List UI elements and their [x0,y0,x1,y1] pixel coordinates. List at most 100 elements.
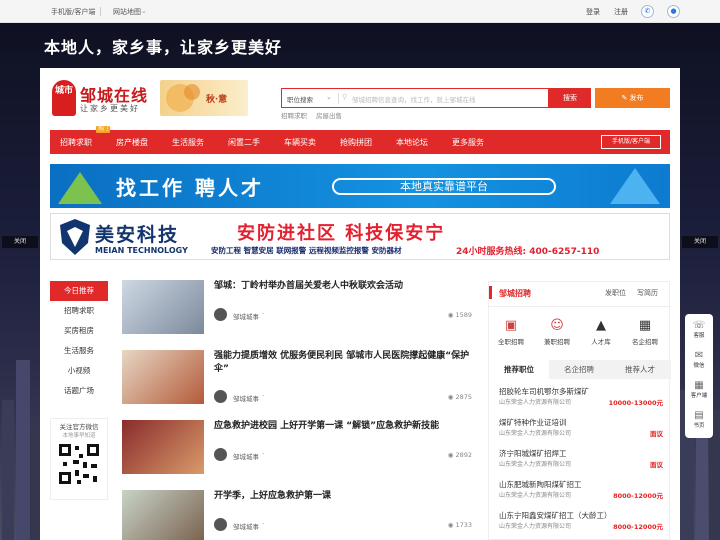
sidebar-item-today[interactable]: 今日推荐 [50,281,108,301]
write-resume-link[interactable]: 写简历 [637,288,658,298]
nav-item-group-buy[interactable]: 抢购拼团 [340,137,372,148]
job-salary: 面议 [650,430,663,438]
icon-label: 人才库 [591,338,611,346]
edit-icon: ✎ [621,94,630,102]
nav-item-more[interactable]: 更多服务 [452,137,484,148]
hot-badge: 热门 [96,126,110,133]
close-right-ad-button[interactable]: 关闭 [682,236,718,248]
wechat-icon[interactable]: ✆ [641,5,654,18]
separator-dot: · [262,450,265,458]
wechat-button[interactable]: ✉ 微信 [685,350,713,369]
sitemap-link[interactable]: 网站地图 [113,7,141,17]
news-title[interactable]: 应急救护进校园 上好开学第一课 “解锁”应急救护新技能 [214,420,472,433]
qr-subtitle: 本地事早知道 [62,433,96,439]
sidebar-item-housing[interactable]: 买房租房 [50,321,108,341]
sidebar-item-topics[interactable]: 话题广场 [50,381,108,401]
security-ad-banner[interactable]: 美安科技 MEIAN TECHNOLOGY 安防进社区 科技保安宁 安防工程 智… [50,213,670,260]
page-button[interactable]: ▤ 书页 [685,410,713,429]
news-thumbnail[interactable] [122,280,204,334]
news-source[interactable]: 邹城城事 [233,393,259,403]
job-title[interactable]: 山东肥城新陶阳煤矿招工 [499,479,663,490]
client-app-button[interactable]: ▦ 客户端 [685,380,713,399]
divider [489,306,671,307]
nav-item-property[interactable]: 房产楼盘 [116,137,148,148]
qr-code[interactable] [57,442,101,486]
news-item[interactable]: 开学季，上好应急救护第一课 邹城城事 · ◉ 1733 [122,490,474,540]
search-category-select[interactable]: 职位搜索 [287,94,313,104]
post-job-link[interactable]: 发职位 [605,288,626,298]
job-listing[interactable]: 山东宁阳鑫安煤矿招工（大龄工） 山东荣金人力资源有限公司 8000-12000元 [499,510,663,531]
view-count-value: 2875 [455,393,472,401]
news-item[interactable]: 邹城：丁岭村举办首届关爱老人中秋联欢会活动 邹城城事 · ◉ 1589 [122,280,474,336]
float-label: 客户端 [690,393,708,399]
job-title[interactable]: 煤矿特种作业证培训 [499,417,663,428]
parttime-jobs-button[interactable]: ☺ 兼职招聘 [537,318,577,346]
job-listing[interactable]: 招胶轮车司机鄂尔多斯煤矿 山东荣金人力资源有限公司 10000-13000元 [499,386,663,407]
job-title[interactable]: 招胶轮车司机鄂尔多斯煤矿 [499,386,663,397]
logo-badge[interactable]: 城市 [52,80,76,116]
hot-word-link[interactable]: 招聘求职 [281,110,307,120]
wechat-icon: ✉ [694,350,704,361]
news-title[interactable]: 强能力提质增效 优服务便民利民 邹城市人民医院撑起健康“保护伞” [214,350,472,376]
tab-top-companies[interactable]: 名企招聘 [549,360,609,379]
recruit-heading[interactable]: 邹城招聘 [499,288,531,299]
customer-service-button[interactable]: ☏ 客服 [685,320,713,339]
search-bar: 职位搜索 ⌄ ⚲ 邹城招聘信息查询，找工作，就上邹城在线 [281,88,549,108]
qq-icon[interactable]: ● [667,5,680,18]
nav-item-jobs[interactable]: 招聘求职 [60,137,92,148]
logo-tagline: 让家乡更美好 [80,104,140,113]
news-title[interactable]: 邹城：丁岭村举办首届关爱老人中秋联欢会活动 [214,280,472,293]
hot-word-link[interactable]: 房屋出售 [316,110,342,120]
top-company-jobs-button[interactable]: ▦ 名企招聘 [625,318,665,346]
search-button[interactable]: 搜索 [549,88,591,108]
job-salary: 面议 [650,461,663,469]
news-source[interactable]: 邹城城事 [233,311,259,321]
book-icon: ▤ [694,410,704,421]
autumn-leaf-art [166,84,200,112]
icon-label: 兼职招聘 [544,338,570,346]
news-thumbnail[interactable] [122,420,204,474]
recruit-ad-banner[interactable]: 找工作 聘人才 本地真实靠谱平台 [50,164,670,208]
job-listing[interactable]: 山东肥城新陶阳煤矿招工 山东荣金人力资源有限公司 8000-12000元 [499,479,663,500]
register-link[interactable]: 注册 [614,7,628,17]
publish-button[interactable]: ✎ 发布 [595,88,670,108]
news-source[interactable]: 邹城城事 [233,521,259,531]
news-item[interactable]: 应急救护进校园 上好开学第一课 “解锁”应急救护新技能 邹城城事 · ◉ 289… [122,420,474,476]
close-left-ad-button[interactable]: 关闭 [2,236,38,248]
sidebar-item-video[interactable]: 小视频 [50,361,108,381]
job-listing[interactable]: 煤矿特种作业证培训 山东荣金人力资源有限公司 面议 [499,417,663,438]
recruit-panel: 邹城招聘 发职位 写简历 ▣ 全职招聘 ☺ 兼职招聘 ▲ 人才库 ▦ 名企招聘 … [488,281,671,540]
view-count: ◉ 2875 [448,393,472,401]
fulltime-jobs-button[interactable]: ▣ 全职招聘 [491,318,531,346]
nav-item-secondhand[interactable]: 闲置二手 [228,137,260,148]
job-title[interactable]: 山东宁阳鑫安煤矿招工（大龄工） [499,510,663,521]
graduate-cap-icon: ▲ [596,318,606,333]
shield-icon [60,219,90,255]
view-count: ◉ 2892 [448,451,472,459]
chevron-down-icon: ⌄ [91,7,97,15]
job-company: 山东荣金人力资源有限公司 [499,461,572,468]
news-thumbnail[interactable] [122,350,204,404]
nav-item-vehicles[interactable]: 车辆买卖 [284,137,316,148]
tab-recommended-talent[interactable]: 推荐人才 [609,360,671,379]
search-input[interactable]: 邹城招聘信息查询，找工作，就上邹城在线 [352,94,476,104]
news-thumbnail[interactable] [122,490,204,540]
nav-item-forum[interactable]: 本地论坛 [396,137,428,148]
news-item[interactable]: 强能力提质增效 优服务便民利民 邹城市人民医院撑起健康“保护伞” 邹城城事 · … [122,350,474,406]
main-content-card: 城市 邹城在线 让家乡更美好 秋·意 职位搜索 ⌄ ⚲ 邹城招聘信息查询，找工作… [40,68,680,540]
tab-recommended-jobs[interactable]: 推荐职位 [489,360,549,379]
news-source[interactable]: 邹城城事 [233,451,259,461]
mobile-client-link[interactable]: 手机版/客户端 [51,7,95,17]
job-listing[interactable]: 济宁阳城煤矿招焊工 山东荣金人力资源有限公司 面议 [499,448,663,469]
job-salary: 8000-12000元 [613,492,663,500]
login-link[interactable]: 登录 [586,7,600,17]
sidebar-item-jobs[interactable]: 招聘求职 [50,301,108,321]
sidebar-item-services[interactable]: 生活服务 [50,341,108,361]
nav-item-life-services[interactable]: 生活服务 [172,137,204,148]
talent-pool-button[interactable]: ▲ 人才库 [581,318,621,346]
news-title[interactable]: 开学季，上好应急救护第一课 [214,490,472,503]
mobile-client-button[interactable]: 手机版/客户端 [601,135,661,149]
job-title[interactable]: 济宁阳城煤矿招焊工 [499,448,663,459]
autumn-ad-banner[interactable]: 秋·意 [160,80,248,116]
divider [100,7,101,16]
